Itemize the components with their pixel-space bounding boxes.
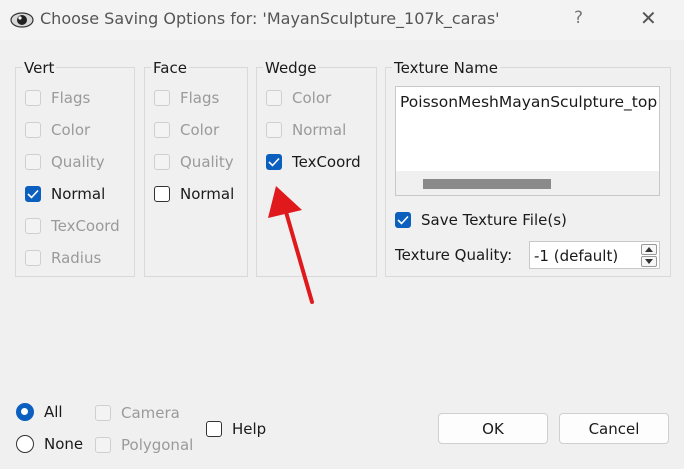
wedge-option-color[interactable]: Color xyxy=(266,87,331,109)
texture-name-value[interactable]: PoissonMeshMayanSculpture_top xyxy=(400,93,657,111)
texture-quality-value[interactable]: -1 (default) xyxy=(534,247,618,265)
texture-quality-spinbox[interactable]: -1 (default) xyxy=(529,241,660,269)
spin-down-icon[interactable] xyxy=(641,256,657,267)
polygonal-label: Polygonal xyxy=(121,436,194,454)
vert-normal-checkbox[interactable] xyxy=(25,186,41,202)
vert-option-quality[interactable]: Quality xyxy=(25,151,105,173)
radio-all[interactable]: All xyxy=(16,400,63,424)
polygonal-checkbox[interactable] xyxy=(95,437,111,453)
face-group-title: Face xyxy=(151,59,189,77)
vert-option-color[interactable]: Color xyxy=(25,119,90,141)
face-color-checkbox[interactable] xyxy=(154,122,170,138)
spin-up-icon[interactable] xyxy=(641,244,657,255)
vert-quality-checkbox[interactable] xyxy=(25,154,41,170)
scrollbar-thumb[interactable] xyxy=(423,179,551,189)
help-option[interactable]: Help xyxy=(206,418,266,440)
camera-option[interactable]: Camera xyxy=(95,402,180,424)
camera-checkbox[interactable] xyxy=(95,405,111,421)
save-texture-label: Save Texture File(s) xyxy=(421,211,567,229)
face-option-normal[interactable]: Normal xyxy=(154,183,234,205)
wedge-option-normal[interactable]: Normal xyxy=(266,119,346,141)
face-option-flags[interactable]: Flags xyxy=(154,87,219,109)
horizontal-scrollbar[interactable] xyxy=(396,171,659,195)
vert-option-texcoord[interactable]: TexCoord xyxy=(25,215,120,237)
save-texture-checkbox[interactable] xyxy=(395,212,411,228)
wedge-group-title: Wedge xyxy=(263,59,319,77)
face-normal-label: Normal xyxy=(180,185,235,203)
cancel-button[interactable]: Cancel xyxy=(559,413,669,444)
spin-buttons xyxy=(639,242,659,268)
vert-option-normal[interactable]: Normal xyxy=(25,183,105,205)
radio-none[interactable]: None xyxy=(16,432,83,456)
vert-normal-label: Normal xyxy=(51,185,106,203)
face-normal-checkbox[interactable] xyxy=(154,186,170,202)
vert-color-checkbox[interactable] xyxy=(25,122,41,138)
wedge-option-texcoord[interactable]: TexCoord xyxy=(266,151,361,173)
texture-group-title: Texture Name xyxy=(392,59,500,77)
wedge-color-label: Color xyxy=(292,89,332,107)
face-quality-label: Quality xyxy=(180,153,234,171)
wedge-texcoord-label: TexCoord xyxy=(292,153,361,171)
check-icon xyxy=(268,157,280,167)
vert-texcoord-checkbox[interactable] xyxy=(25,218,41,234)
wedge-normal-label: Normal xyxy=(292,121,347,139)
vert-flags-label: Flags xyxy=(51,89,91,107)
radio-none-button[interactable] xyxy=(16,435,34,453)
title-bar: Choose Saving Options for: 'MayanSculptu… xyxy=(0,0,684,40)
texture-quality-label: Texture Quality: xyxy=(395,246,513,264)
vert-color-label: Color xyxy=(51,121,91,139)
ok-button[interactable]: OK xyxy=(438,413,548,444)
vert-group-title: Vert xyxy=(22,59,57,77)
vert-quality-label: Quality xyxy=(51,153,105,171)
face-quality-checkbox[interactable] xyxy=(154,154,170,170)
face-flags-label: Flags xyxy=(180,89,220,107)
close-button[interactable]: ✕ xyxy=(640,6,657,30)
meshlab-eye-icon xyxy=(10,12,34,28)
vert-flags-checkbox[interactable] xyxy=(25,90,41,106)
help-label: Help xyxy=(232,420,267,438)
face-color-label: Color xyxy=(180,121,220,139)
texture-name-list[interactable]: PoissonMeshMayanSculpture_top xyxy=(395,86,660,196)
wedge-normal-checkbox[interactable] xyxy=(266,122,282,138)
radio-all-label: All xyxy=(44,403,63,421)
camera-label: Camera xyxy=(121,404,180,422)
help-title-button[interactable]: ? xyxy=(574,8,583,28)
vert-option-flags[interactable]: Flags xyxy=(25,87,90,109)
polygonal-option[interactable]: Polygonal xyxy=(95,434,193,456)
vert-radius-label: Radius xyxy=(51,249,102,267)
wedge-texcoord-checkbox[interactable] xyxy=(266,154,282,170)
vert-radius-checkbox[interactable] xyxy=(25,250,41,266)
face-option-quality[interactable]: Quality xyxy=(154,151,234,173)
help-checkbox[interactable] xyxy=(206,421,222,437)
save-texture-option[interactable]: Save Texture File(s) xyxy=(395,209,567,231)
vert-option-radius[interactable]: Radius xyxy=(25,247,101,269)
vert-texcoord-label: TexCoord xyxy=(51,217,120,235)
check-icon xyxy=(27,189,39,199)
face-option-color[interactable]: Color xyxy=(154,119,219,141)
window-title: Choose Saving Options for: 'MayanSculptu… xyxy=(40,9,500,28)
wedge-color-checkbox[interactable] xyxy=(266,90,282,106)
check-icon xyxy=(397,215,409,225)
radio-none-label: None xyxy=(44,435,84,453)
radio-all-button[interactable] xyxy=(16,403,34,421)
face-flags-checkbox[interactable] xyxy=(154,90,170,106)
